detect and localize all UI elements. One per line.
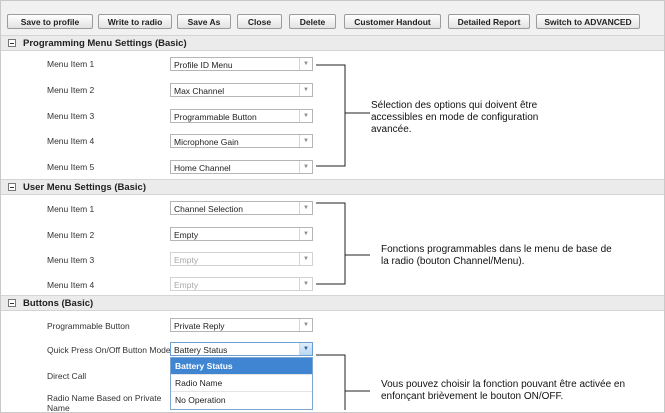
user-menu-bracket (316, 202, 346, 285)
programming-bracket (316, 64, 346, 167)
user-menu-callout: Fonctions programmables dans le menu de … (381, 244, 612, 267)
buttons-bracket (316, 354, 346, 410)
programming-callout: Sélection des options qui doivent être a… (371, 100, 539, 135)
annotation-brackets (316, 64, 370, 410)
radio-settings-window: Save to profile Write to radio Save As C… (0, 0, 665, 413)
buttons-callout: Vous pouvez choisir la fonction pouvant … (381, 379, 626, 402)
